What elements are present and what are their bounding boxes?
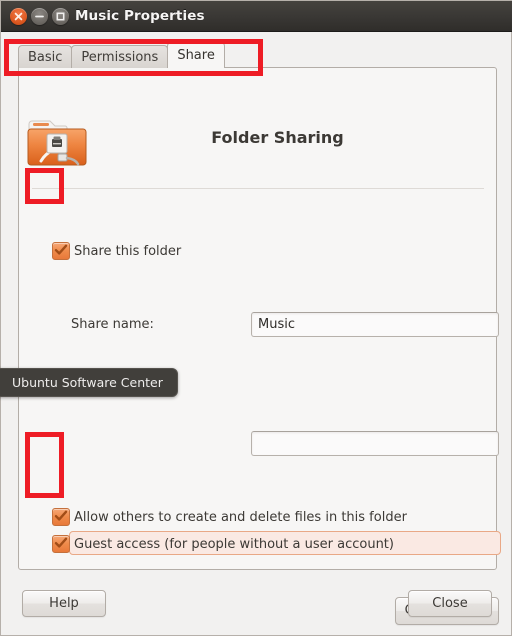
header-divider [32, 188, 484, 189]
allow-others-label: Allow others to create and delete files … [74, 509, 407, 525]
allow-others-checkbox[interactable] [52, 508, 70, 526]
tab-strip: Basic Permissions Share [18, 42, 225, 68]
window-controls [10, 8, 69, 25]
tab-permissions[interactable]: Permissions [71, 45, 169, 68]
maximize-window-icon[interactable] [52, 8, 69, 25]
properties-dialog: Music Properties Basic Permissions Share [0, 0, 512, 636]
share-this-folder-row[interactable]: Share this folder [52, 242, 181, 260]
share-name-label: Share name: [71, 317, 154, 332]
guest-access-checkbox[interactable] [52, 535, 70, 553]
share-this-folder-label: Share this folder [74, 243, 182, 259]
share-name-input[interactable]: Music [251, 312, 499, 337]
tooltip: Ubuntu Software Center [0, 368, 178, 397]
allow-others-row[interactable]: Allow others to create and delete files … [52, 508, 407, 526]
close-button[interactable]: Close [408, 590, 492, 617]
minimize-window-icon[interactable] [31, 8, 48, 25]
guest-access-row[interactable]: Guest access (for people without a user … [52, 535, 394, 553]
tab-notebook: Basic Permissions Share Folder Sharing S… [18, 42, 501, 625]
window-title: Music Properties [75, 8, 205, 24]
guest-access-label: Guest access (for people without a user … [74, 536, 394, 552]
share-this-folder-checkbox[interactable] [52, 242, 70, 260]
help-button[interactable]: Help [22, 590, 106, 617]
tab-basic[interactable]: Basic [18, 45, 73, 68]
page-title: Folder Sharing [211, 128, 344, 147]
comment-input[interactable] [251, 431, 499, 456]
tab-share[interactable]: Share [167, 42, 225, 68]
title-bar: Music Properties [1, 1, 512, 32]
share-panel: Folder Sharing Share this folder Share n… [18, 67, 501, 625]
close-window-icon[interactable] [10, 8, 27, 25]
